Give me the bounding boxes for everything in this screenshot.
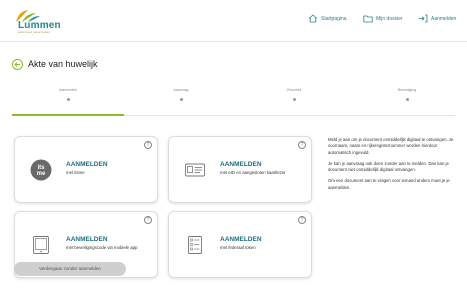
step-dot: [179, 98, 183, 101]
step-label: Aanvraag: [173, 88, 189, 92]
help-icon[interactable]: ?: [144, 141, 152, 149]
login-card-itsme[interactable]: ? its me AANMELDEN met itsme: [14, 136, 158, 203]
help-icon[interactable]: ?: [298, 141, 306, 149]
top-header: Lummen samen leven, samen werken Startpa…: [0, 0, 467, 42]
help-icon[interactable]: ?: [144, 216, 152, 224]
step-dot: [405, 98, 409, 101]
info-paragraph: Je kan je aanvraag ook doen zonder aan t…: [328, 160, 449, 173]
help-icon[interactable]: ?: [298, 216, 306, 224]
home-icon: [308, 14, 318, 23]
card-title: AANMELDEN: [220, 161, 262, 168]
nav-mijn-dossier[interactable]: Mijn dossier: [363, 14, 403, 23]
login-card-federal-token[interactable]: ? AANMELDEN met federaal token: [168, 211, 312, 278]
step-aanmelden: Aanmelden: [28, 88, 108, 101]
card-subtitle: met beveiligingscode via mobiele app: [66, 245, 138, 250]
progress-stepper: Aanmelden Aanvraag Overzicht Bevestiging: [12, 88, 455, 116]
step-dot: [292, 98, 296, 101]
page-title: Akte van huwelijk: [28, 59, 98, 69]
step-overzicht: Overzicht: [254, 88, 334, 101]
tablet-icon: [33, 236, 49, 254]
nav-startpagina[interactable]: Startpagina: [308, 14, 347, 23]
info-paragraph: Meld je aan om je document onmiddellijk …: [328, 137, 454, 155]
step-bevestiging: Bevestiging: [367, 88, 447, 101]
step-label: Aanmelden: [59, 88, 77, 92]
card-subtitle: met itsme: [66, 170, 85, 175]
card-title: AANMELDEN: [66, 236, 108, 243]
nav-aanmelden-label: Aanmelden: [431, 15, 457, 22]
login-icon: [419, 14, 428, 23]
svg-text:me: me: [37, 171, 46, 177]
page-title-row: Akte van huwelijk: [12, 57, 98, 71]
card-title: AANMELDEN: [66, 161, 108, 168]
step-label: Overzicht: [286, 88, 302, 92]
back-button[interactable]: [12, 58, 23, 70]
step-dot: [66, 98, 70, 101]
nav-aanmelden[interactable]: Aanmelden: [418, 14, 456, 23]
continue-without-login-button[interactable]: Verdergaan zonder aanmelden: [14, 262, 126, 276]
step-label: Bevestiging: [397, 88, 417, 92]
logo-text: Lummen: [18, 20, 61, 31]
login-card-eid[interactable]: ? AANMELDEN met eID en aangesloten kaart…: [168, 136, 312, 203]
nav-startpagina-label: Startpagina: [321, 15, 347, 22]
nav-mijn-dossier-label: Mijn dossier: [376, 15, 403, 22]
token-icon: [188, 236, 202, 254]
lummen-logo[interactable]: Lummen samen leven, samen werken: [12, 8, 72, 34]
itsme-icon: its me: [30, 159, 52, 181]
login-info-text: Meld je aan om je document onmiddellijk …: [328, 137, 458, 196]
step-aanvraag: Aanvraag: [141, 88, 221, 101]
card-title: AANMELDEN: [220, 236, 262, 243]
logo-tagline: samen leven, samen werken: [18, 31, 50, 34]
card-subtitle: met federaal token: [220, 245, 256, 250]
id-card-icon: [185, 163, 205, 177]
info-paragraph: Om een document aan te vragen voor ieman…: [328, 178, 450, 190]
step-active-indicator: [12, 114, 124, 116]
arrow-left-icon: [14, 61, 20, 67]
card-subtitle: met eID en aangesloten kaartlezer: [220, 170, 286, 175]
folder-icon: [363, 15, 373, 23]
